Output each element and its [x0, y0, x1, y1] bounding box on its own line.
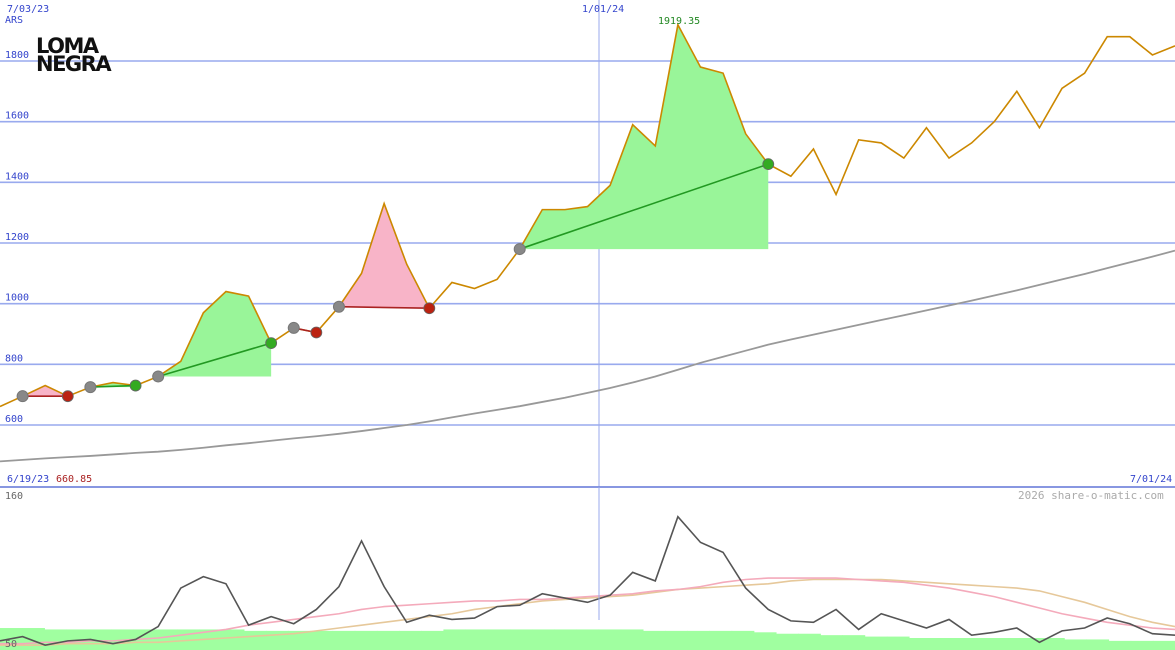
osc-tick-label-50: 50 [5, 639, 17, 650]
credit-text: 2026 share-o-matic.com [1018, 489, 1164, 502]
volume-bar-19 [421, 630, 444, 650]
volume-bar-46 [1019, 638, 1043, 650]
trade-exit-marker-3 [310, 326, 323, 339]
volume-bar-42 [931, 638, 954, 650]
volume-bar-22 [487, 629, 511, 650]
volume-bar-51 [1130, 640, 1154, 650]
top-left-date: 7/03/23 [7, 4, 49, 15]
y-tick-label-1400: 1400 [5, 171, 29, 182]
trade-exit-marker-4 [423, 302, 436, 315]
bottom-left-date: 6/19/23 [7, 474, 49, 485]
volume-bar-49 [1086, 639, 1110, 650]
volume-bar-31 [687, 630, 711, 650]
trade-exit-marker-5 [762, 158, 775, 171]
volume-bar-43 [953, 638, 977, 650]
trade-entry-marker-2 [152, 370, 165, 383]
volume-bar-41 [908, 638, 932, 650]
volume-bar-14 [310, 630, 334, 650]
volume-bar-38 [842, 635, 866, 650]
trade-entry-marker-1 [84, 381, 97, 394]
y-tick-label-1200: 1200 [5, 232, 29, 243]
volume-bar-52 [1152, 640, 1175, 650]
volume-bar-2 [44, 629, 68, 650]
volume-bar-20 [443, 629, 467, 650]
trade-exit-marker-0 [61, 390, 74, 403]
volume-bar-36 [798, 633, 821, 650]
volume-bar-28 [620, 629, 644, 650]
low-value-label: 660.85 [56, 474, 92, 485]
top-mid-date: 1/01/24 [582, 4, 624, 15]
volume-bar-7 [155, 629, 178, 650]
volume-bar-11 [243, 630, 267, 650]
volume-bar-37 [820, 635, 844, 650]
volume-bar-29 [642, 630, 666, 650]
chart-background [0, 0, 1175, 650]
y-tick-label-600: 600 [5, 414, 23, 425]
volume-bar-27 [598, 629, 622, 650]
volume-bar-35 [775, 633, 799, 650]
bottom-right-date: 7/01/24 [1130, 474, 1172, 485]
volume-bar-40 [886, 636, 910, 650]
y-tick-label-1000: 1000 [5, 293, 29, 304]
volume-bar-34 [753, 632, 777, 650]
volume-bar-24 [532, 629, 555, 650]
volume-bar-32 [709, 630, 733, 650]
volume-bar-15 [332, 630, 356, 650]
volume-bar-18 [399, 630, 422, 650]
volume-bar-33 [731, 630, 755, 650]
volume-bar-44 [975, 638, 999, 650]
trade-exit-marker-2 [265, 337, 278, 350]
trade-exit-marker-1 [129, 379, 142, 392]
volume-bar-48 [1064, 639, 1087, 650]
volume-bar-25 [554, 629, 578, 650]
trade-entry-marker-4 [332, 300, 345, 313]
trade-entry-marker-5 [513, 243, 526, 256]
svg-text:NEGRA: NEGRA [36, 52, 112, 76]
trade-entry-marker-3 [287, 321, 300, 334]
volume-bar-1 [22, 628, 45, 650]
peak-value-label: 1919.35 [658, 16, 700, 27]
stock-chart: 6008001000120014001600180050160 7/03/23 … [0, 0, 1175, 650]
volume-bar-23 [509, 629, 533, 650]
volume-bar-17 [376, 630, 400, 650]
trade-entry-marker-0 [16, 390, 29, 403]
y-tick-label-1800: 1800 [5, 50, 29, 61]
volume-bar-39 [864, 636, 888, 650]
volume-bar-50 [1108, 640, 1132, 650]
y-tick-label-1600: 1600 [5, 111, 29, 122]
volume-bar-10 [221, 629, 245, 650]
volume-bar-30 [665, 630, 688, 650]
currency-label: ARS [5, 15, 23, 26]
osc-tick-label-160: 160 [5, 491, 23, 502]
y-tick-label-800: 800 [5, 353, 23, 364]
volume-bar-45 [997, 638, 1021, 650]
volume-bar-26 [576, 629, 600, 650]
volume-bar-16 [354, 630, 378, 650]
volume-bar-21 [465, 629, 489, 650]
